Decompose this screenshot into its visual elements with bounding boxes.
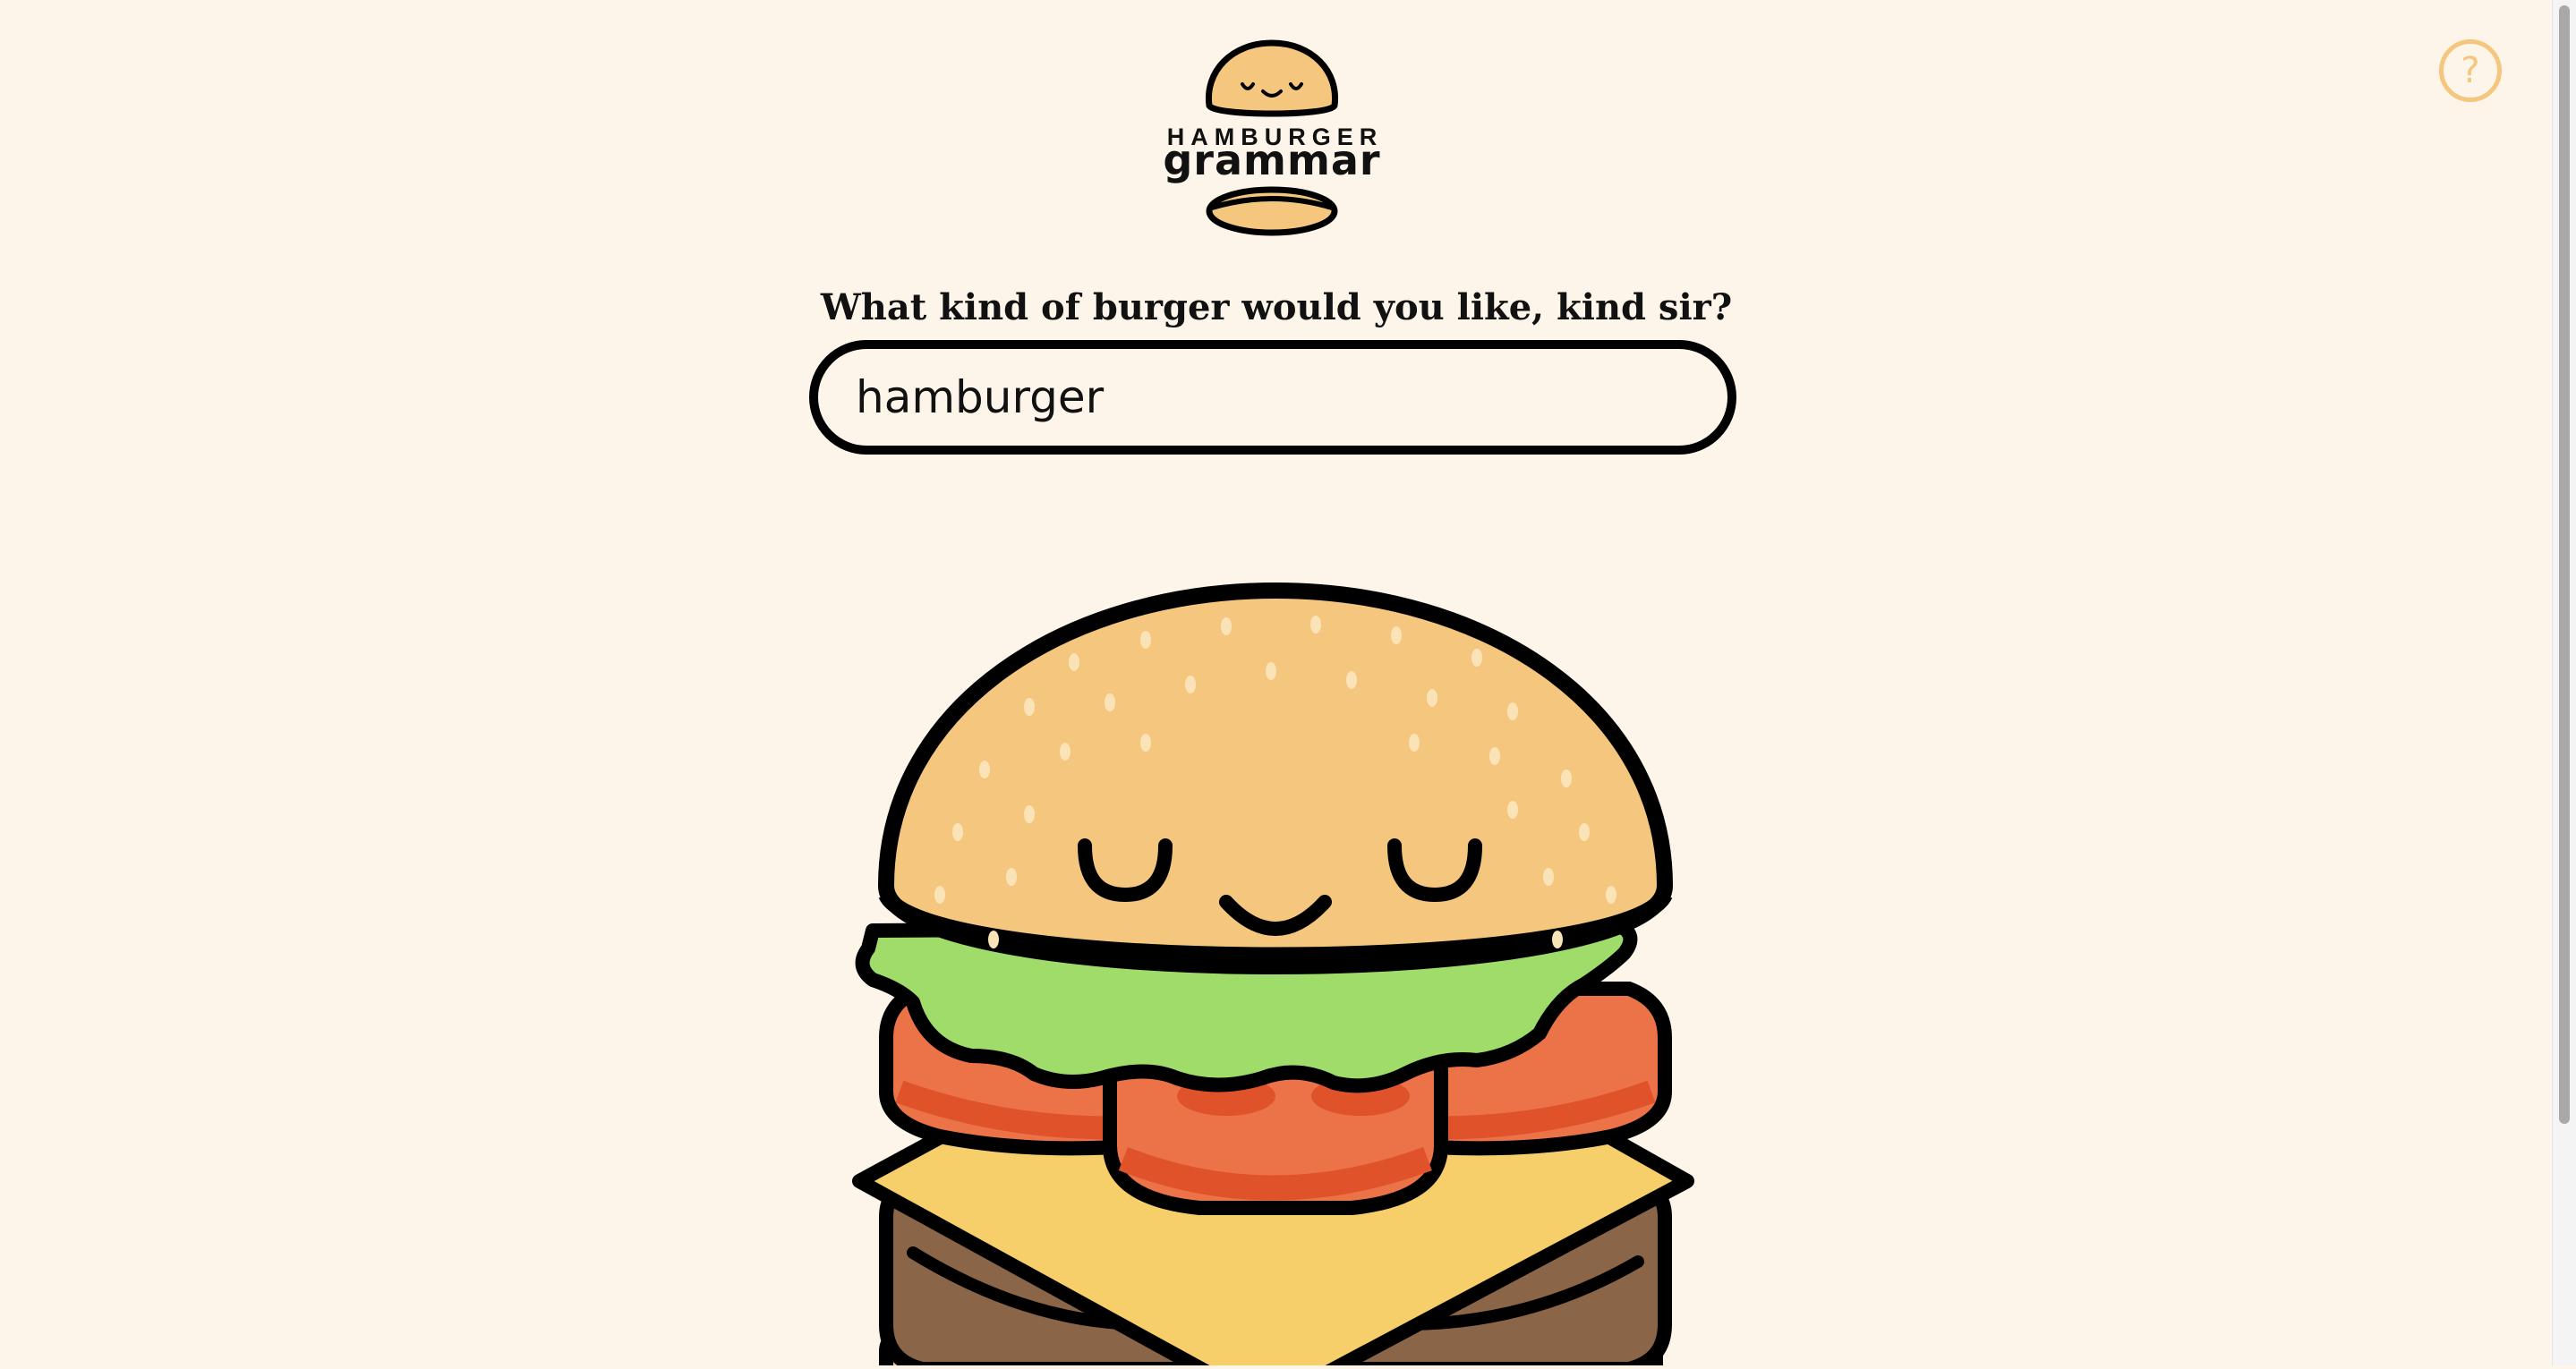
top-bun [878,582,1673,974]
scrollbar-thumb[interactable] [2559,5,2570,1124]
logo-title-bottom: grammar [1163,136,1381,184]
hamburger-grammar-logo: HAMBURGER grammar [1160,36,1384,251]
hamburger-icon [852,582,1694,1369]
help-button[interactable]: ? [2439,39,2502,102]
prompt-label: What kind of burger would you like, kind… [820,286,1733,328]
burger-illustration [850,573,1701,1369]
page-scrollbar[interactable] [2552,0,2576,1365]
app-root: HAMBURGER grammar ? What kind of burger … [0,0,2553,1369]
question-mark-icon: ? [2461,50,2480,91]
burger-order-input[interactable] [809,340,1736,455]
